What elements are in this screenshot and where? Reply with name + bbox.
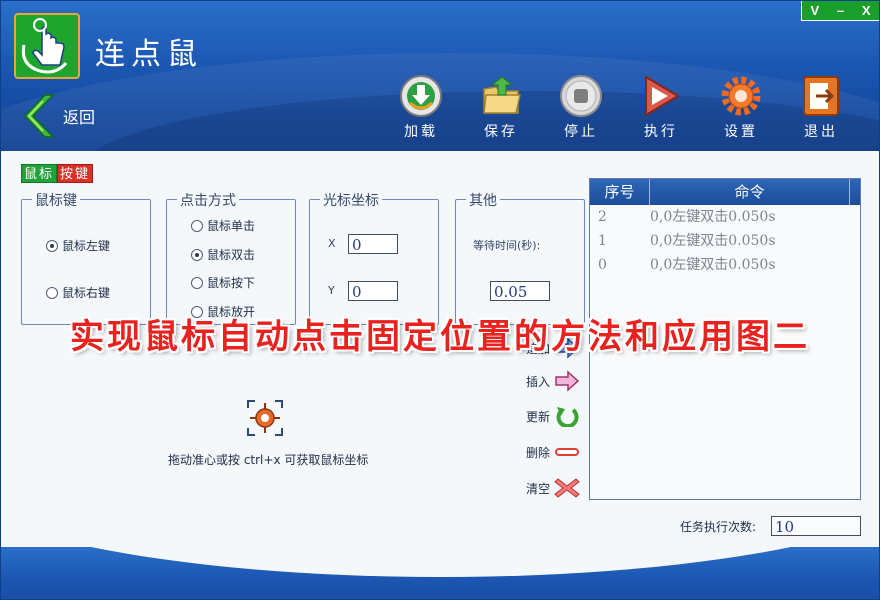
row-command: 0,0左键双击0.050s: [650, 209, 776, 225]
row-index: 0: [598, 257, 607, 273]
clear-x-icon: [554, 478, 580, 498]
radio-press-label: 鼠标按下: [207, 276, 256, 290]
radio-dot-icon: [46, 239, 58, 252]
run-button[interactable]: 执行: [631, 73, 691, 143]
y-label: Y: [328, 284, 335, 297]
insert-arrow-icon: [555, 370, 580, 392]
insert-label: 插入: [526, 374, 551, 389]
mouse-key-title: 鼠标键: [32, 190, 80, 210]
table-row[interactable]: 2 0,0左键双击0.050s: [590, 205, 860, 229]
save-icon: [483, 76, 521, 114]
stop-icon: [560, 75, 602, 117]
task-count-label: 任务执行次数:: [680, 520, 757, 534]
save-label: 保存: [484, 124, 518, 140]
overlay-caption: 实现鼠标自动点击固定位置的方法和应用图二: [70, 317, 810, 357]
task-count-field[interactable]: 10: [771, 516, 861, 536]
back-button[interactable]: 返回: [19, 93, 95, 139]
radio-mouse-right[interactable]: 鼠标右键: [46, 284, 110, 301]
minimize-v-button[interactable]: V: [802, 1, 828, 20]
radio-dot-icon: [191, 276, 203, 289]
other-title: 其他: [466, 190, 500, 210]
header-command[interactable]: 命令: [650, 179, 850, 205]
radio-dot-icon: [191, 248, 203, 261]
x-coordinate-field[interactable]: 0: [348, 234, 398, 254]
radio-mouse-left[interactable]: 鼠标左键: [46, 237, 110, 254]
back-arrow-icon: [23, 94, 55, 138]
exit-icon: [803, 76, 839, 116]
tab-key[interactable]: 按键: [57, 164, 94, 183]
stop-button[interactable]: 停止: [551, 73, 611, 143]
load-icon: [400, 75, 442, 117]
insert-button[interactable]: 插入: [526, 370, 581, 392]
exit-button[interactable]: 退出: [791, 73, 851, 143]
row-index: 2: [598, 209, 607, 225]
wait-time-field[interactable]: 0.05: [490, 281, 550, 301]
mouse-key-group: 鼠标键: [21, 190, 151, 325]
run-label: 执行: [644, 124, 678, 140]
gear-icon: [721, 76, 761, 116]
update-button[interactable]: 更新: [526, 405, 581, 427]
header-index[interactable]: 序号: [590, 179, 650, 205]
row-index: 1: [598, 233, 607, 249]
click-mode-title: 点击方式: [177, 190, 239, 210]
radio-press[interactable]: 鼠标按下: [191, 274, 255, 291]
radio-dot-icon: [46, 286, 58, 299]
footer-bar: [1, 547, 879, 599]
row-command: 0,0左键双击0.050s: [650, 257, 776, 273]
radio-dot-icon: [191, 219, 203, 232]
settings-button[interactable]: 设置: [711, 73, 771, 143]
stop-label: 停止: [564, 124, 598, 140]
delete-button[interactable]: 删除: [526, 441, 581, 463]
radio-mouse-right-label: 鼠标右键: [62, 286, 111, 300]
toolbar: 加载 保存 停止 执行 设置 退出: [391, 73, 851, 143]
save-button[interactable]: 保存: [471, 73, 531, 143]
cursor-group: 光标坐标: [309, 190, 439, 325]
cursor-title: 光标坐标: [320, 190, 382, 210]
refresh-icon: [556, 407, 579, 427]
update-label: 更新: [526, 409, 551, 424]
x-label: X: [328, 237, 336, 250]
close-button[interactable]: X: [853, 1, 879, 20]
minus-icon: [555, 448, 580, 456]
back-label: 返回: [63, 108, 96, 127]
radio-double-click-label: 鼠标双击: [207, 248, 256, 262]
row-command: 0,0左键双击0.050s: [650, 233, 776, 249]
play-icon: [645, 75, 680, 117]
tab-strip: 鼠标 按键: [21, 164, 94, 183]
window-controls: V – X: [801, 1, 879, 21]
command-list-header: 序号 命令: [590, 179, 860, 205]
radio-mouse-left-label: 鼠标左键: [62, 239, 111, 253]
load-label: 加载: [404, 124, 438, 140]
minimize-button[interactable]: –: [828, 1, 854, 20]
crosshair-icon[interactable]: [246, 399, 284, 437]
clear-label: 清空: [526, 481, 551, 496]
clear-button[interactable]: 清空: [526, 477, 581, 499]
table-row[interactable]: 1 0,0左键双击0.050s: [590, 229, 860, 253]
app-title: 连点鼠: [95, 37, 203, 72]
settings-label: 设置: [724, 124, 758, 140]
exit-label: 退出: [804, 124, 838, 140]
picker-hint: 拖动准心或按 ctrl+x 可获取鼠标坐标: [168, 453, 369, 467]
wait-time-label: 等待时间(秒):: [473, 239, 541, 252]
radio-double-click[interactable]: 鼠标双击: [191, 246, 255, 263]
radio-single-click-label: 鼠标单击: [207, 219, 256, 233]
other-group: 其他: [455, 190, 585, 325]
y-coordinate-field[interactable]: 0: [348, 281, 398, 301]
load-button[interactable]: 加载: [391, 73, 451, 143]
hand-cursor-logo-icon: [14, 13, 80, 79]
table-row[interactable]: 0 0,0左键双击0.050s: [590, 253, 860, 277]
radio-single-click[interactable]: 鼠标单击: [191, 217, 255, 234]
app-window: 连点鼠 V – X 返回 加载 保存 停止 执行 设置 退出 鼠标 按键 鼠标键…: [0, 0, 880, 600]
tab-mouse[interactable]: 鼠标: [21, 164, 58, 183]
delete-label: 删除: [526, 445, 551, 460]
header-bar: 连点鼠 V – X 返回 加载 保存 停止 执行 设置 退出: [1, 1, 879, 151]
